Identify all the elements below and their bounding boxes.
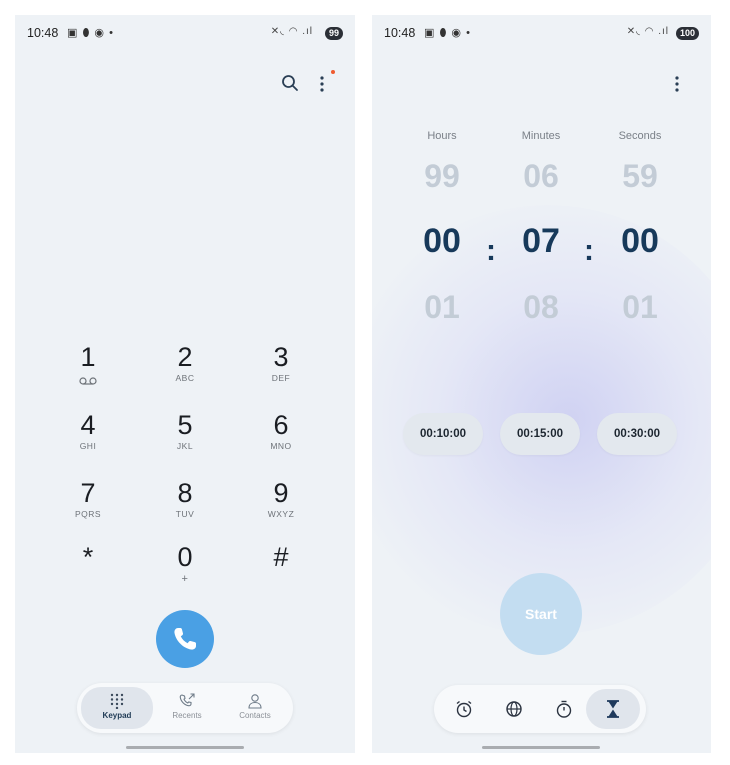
bottom-nav: Keypad Recents Contacts bbox=[77, 683, 293, 733]
nav-contacts[interactable]: Contacts bbox=[221, 687, 289, 729]
key-9[interactable]: 9 WXYZ bbox=[246, 478, 316, 519]
contacts-person-icon bbox=[221, 687, 289, 709]
key-5[interactable]: 5 JKL bbox=[150, 410, 220, 451]
seconds-next: 01 bbox=[622, 289, 658, 325]
key-letters: + bbox=[181, 573, 189, 585]
nav-recents[interactable]: Recents bbox=[153, 687, 221, 729]
battery-badge: 100 bbox=[675, 27, 699, 40]
minutes-prev: 06 bbox=[523, 158, 559, 194]
nav-recents-label: Recents bbox=[172, 711, 202, 720]
key-hash[interactable]: # bbox=[246, 542, 316, 572]
keypad-icon bbox=[81, 687, 153, 710]
recents-call-icon bbox=[153, 687, 221, 709]
status-time: 10:48 bbox=[384, 26, 416, 40]
key-letters: MNO bbox=[270, 441, 292, 451]
key-2[interactable]: 2 ABC bbox=[150, 342, 220, 383]
key-digit: 8 bbox=[177, 478, 193, 508]
status-time: 10:48 bbox=[27, 26, 59, 40]
home-indicator bbox=[482, 746, 600, 749]
alarm-clock-icon bbox=[456, 700, 472, 718]
voicemail-icon bbox=[53, 372, 123, 385]
key-star[interactable]: * bbox=[53, 542, 123, 572]
preset-30-min[interactable]: 00:30:00 bbox=[597, 413, 677, 455]
key-1[interactable]: 1 bbox=[53, 342, 123, 385]
minutes-current: 07 bbox=[522, 222, 560, 260]
hours-label: Hours bbox=[427, 130, 457, 142]
signal-icons: ✕◟ ◠ .ıl bbox=[626, 26, 669, 37]
more-options-icon[interactable] bbox=[319, 75, 325, 98]
signal-icons: ✕◟ ◠ .ıl bbox=[270, 26, 313, 37]
key-letters: TUV bbox=[175, 509, 195, 519]
hours-current: 00 bbox=[423, 222, 461, 260]
key-3[interactable]: 3 DEF bbox=[246, 342, 316, 383]
world-clock-tab[interactable] bbox=[494, 689, 534, 729]
call-button[interactable] bbox=[156, 610, 214, 668]
key-digit: 5 bbox=[177, 410, 193, 440]
minutes-label: Minutes bbox=[521, 130, 561, 142]
seconds-prev: 59 bbox=[622, 158, 658, 194]
preset-15-min[interactable]: 00:15:00 bbox=[500, 413, 580, 455]
key-letters: DEF bbox=[271, 373, 291, 383]
key-0[interactable]: 0 + bbox=[150, 542, 220, 585]
globe-icon bbox=[506, 701, 522, 717]
battery-badge: 99 bbox=[324, 27, 343, 40]
key-4[interactable]: 4 GHI bbox=[53, 410, 123, 451]
key-letters: JKL bbox=[176, 441, 194, 451]
colon-separator: : bbox=[486, 234, 496, 267]
key-letters: PQRS bbox=[74, 509, 102, 519]
hours-column[interactable]: Hours 99 00 01 bbox=[402, 130, 482, 326]
nav-contacts-label: Contacts bbox=[239, 711, 271, 720]
key-letters: WXYZ bbox=[267, 509, 295, 519]
home-indicator bbox=[126, 746, 244, 749]
hours-prev: 99 bbox=[424, 158, 460, 194]
nav-keypad-label: Keypad bbox=[102, 711, 132, 720]
alarm-tab[interactable] bbox=[444, 689, 484, 729]
hourglass-icon bbox=[607, 700, 619, 718]
stopwatch-tab[interactable] bbox=[544, 689, 584, 729]
key-digit: 6 bbox=[273, 410, 289, 440]
seconds-current: 00 bbox=[621, 222, 659, 260]
status-bar: 10:48 ▣ ⬮ ◉ • ✕◟ ◠ .ıl 99 bbox=[27, 25, 343, 41]
hours-next: 01 bbox=[424, 289, 460, 325]
notification-dot bbox=[331, 70, 335, 74]
key-digit: 1 bbox=[80, 342, 96, 372]
key-letters: GHI bbox=[79, 441, 97, 451]
start-button[interactable]: Start bbox=[500, 573, 582, 655]
preset-10-min[interactable]: 00:10:00 bbox=[403, 413, 483, 455]
key-8[interactable]: 8 TUV bbox=[150, 478, 220, 519]
seconds-column[interactable]: Seconds 59 00 01 bbox=[600, 130, 680, 326]
timer-tab[interactable] bbox=[586, 689, 640, 729]
notification-icons: ▣ ⬮ ◉ • bbox=[67, 27, 114, 39]
colon-separator: : bbox=[584, 234, 594, 267]
status-bar: 10:48 ▣ ⬮ ◉ • ✕◟ ◠ .ıl 100 bbox=[384, 25, 699, 41]
key-digit: # bbox=[273, 542, 289, 572]
key-7[interactable]: 7 PQRS bbox=[53, 478, 123, 519]
key-digit: * bbox=[82, 542, 94, 572]
key-letters: ABC bbox=[175, 373, 195, 383]
minutes-column[interactable]: Minutes 06 07 08 bbox=[501, 130, 581, 326]
key-digit: 4 bbox=[80, 410, 96, 440]
key-digit: 2 bbox=[177, 342, 193, 372]
minutes-next: 08 bbox=[523, 289, 559, 325]
key-digit: 9 bbox=[273, 478, 289, 508]
stopwatch-icon bbox=[556, 700, 572, 718]
more-options-icon[interactable] bbox=[674, 75, 680, 98]
search-icon[interactable] bbox=[281, 74, 299, 97]
seconds-label: Seconds bbox=[618, 130, 662, 142]
phone-keypad-screen: 10:48 ▣ ⬮ ◉ • ✕◟ ◠ .ıl 99 1 2 ABC 3 DEF … bbox=[15, 15, 355, 753]
key-6[interactable]: 6 MNO bbox=[246, 410, 316, 451]
notification-icons: ▣ ⬮ ◉ • bbox=[424, 27, 471, 39]
clock-tabs bbox=[434, 685, 646, 733]
key-digit: 0 bbox=[177, 542, 193, 572]
key-digit: 3 bbox=[273, 342, 289, 372]
nav-keypad[interactable]: Keypad bbox=[81, 687, 153, 729]
key-digit: 7 bbox=[80, 478, 96, 508]
timer-screen: 10:48 ▣ ⬮ ◉ • ✕◟ ◠ .ıl 100 Hours 99 00 0… bbox=[372, 15, 711, 753]
phone-icon bbox=[174, 628, 196, 650]
